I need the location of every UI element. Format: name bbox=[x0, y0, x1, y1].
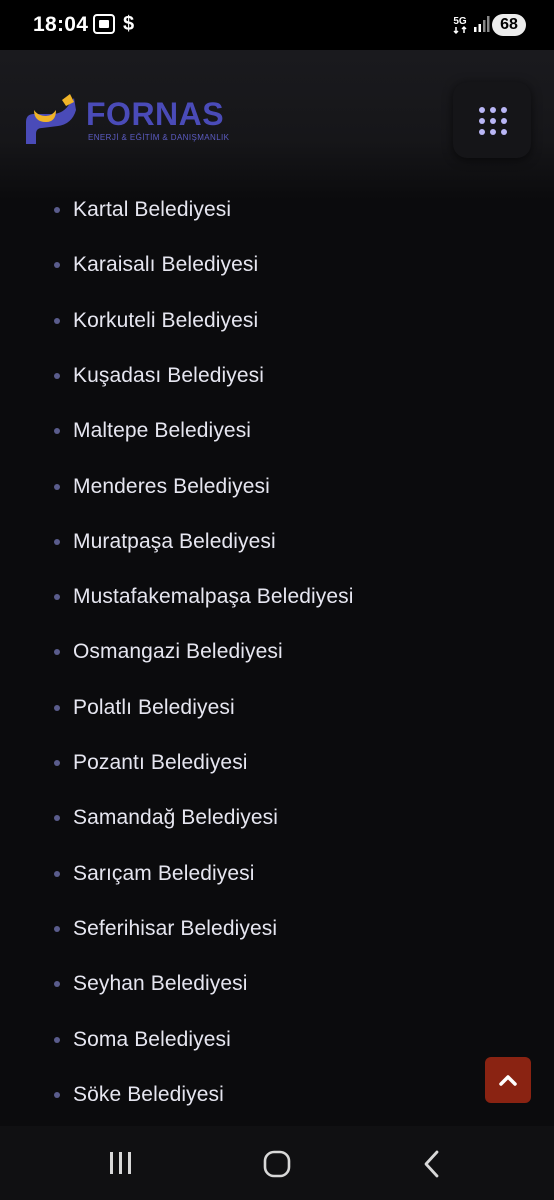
bullet-icon bbox=[54, 925, 60, 932]
chevron-up-icon bbox=[499, 1075, 517, 1086]
battery-icon: 68 bbox=[492, 14, 526, 36]
bullet-icon bbox=[54, 815, 60, 822]
bullet-icon bbox=[54, 760, 60, 766]
bullet-icon bbox=[54, 317, 60, 324]
bullet-icon bbox=[54, 704, 60, 711]
screen-cast-icon bbox=[93, 14, 115, 34]
status-time: 18:04 bbox=[33, 13, 89, 36]
list-item-label: Korkuteli Belediyesi bbox=[73, 308, 259, 332]
bullet-icon bbox=[54, 981, 60, 988]
fornas-logo[interactable]: FORNAS ENERJİ & EĞİTİM & DANIŞMANLIK bbox=[22, 92, 229, 150]
bullet-icon bbox=[54, 1036, 60, 1043]
list-item-label: Soma Belediyesi bbox=[73, 1027, 231, 1051]
list-item-label: Menderes Belediyesi bbox=[73, 474, 270, 498]
list-item-label: Karaisalı Belediyesi bbox=[73, 253, 259, 277]
svg-text:5G: 5G bbox=[453, 16, 467, 27]
bullet-icon bbox=[54, 1091, 60, 1098]
list-item-label: Seferihisar Belediyesi bbox=[73, 916, 278, 940]
list-item-label: Polatlı Belediyesi bbox=[73, 695, 235, 719]
list-item-label: Pozantı Belediyesi bbox=[73, 751, 248, 774]
back-icon[interactable] bbox=[421, 1150, 443, 1178]
list-item-label: Söke Belediyesi bbox=[73, 1082, 224, 1106]
bullet-icon bbox=[54, 372, 60, 379]
list-item-label: Kartal Belediyesi bbox=[73, 198, 232, 221]
bullet-icon bbox=[54, 428, 60, 435]
list-item-label: Maltepe Belediyesi bbox=[73, 419, 252, 443]
bullet-icon bbox=[54, 538, 60, 545]
5g-icon: 5G bbox=[453, 16, 467, 35]
signal-icon bbox=[474, 16, 490, 32]
bullet-icon bbox=[54, 207, 60, 213]
list-item-label: Sarıçam Belediyesi bbox=[73, 861, 255, 885]
back-to-top-button[interactable] bbox=[485, 1057, 531, 1103]
logo-wordmark: FORNAS bbox=[86, 96, 225, 132]
logo-mark-icon bbox=[26, 94, 76, 144]
list-item-label: Mustafakemalpaşa Belediyesi bbox=[73, 585, 354, 609]
list-item-label: Seyhan Belediyesi bbox=[73, 972, 248, 996]
dollar-icon: $ bbox=[123, 13, 135, 35]
bullet-icon bbox=[54, 262, 60, 269]
bullet-icon bbox=[54, 594, 60, 601]
list-item-label: Kuşadası Belediyesi bbox=[73, 363, 265, 387]
bullet-icon bbox=[54, 649, 60, 656]
recents-icon[interactable] bbox=[108, 1150, 134, 1176]
list-item-label: Osmangazi Belediyesi bbox=[73, 640, 283, 664]
list-item-label: Muratpaşa Belediyesi bbox=[73, 529, 276, 553]
grid-menu-icon bbox=[479, 107, 507, 135]
list-item-label: Samandağ Belediyesi bbox=[73, 806, 279, 830]
system-nav-bar bbox=[0, 1126, 554, 1200]
logo-subtitle: ENERJİ & EĞİTİM & DANIŞMANLIK bbox=[88, 133, 230, 142]
bullet-icon bbox=[54, 870, 60, 877]
site-header: FORNAS ENERJİ & EĞİTİM & DANIŞMANLIK bbox=[0, 50, 554, 200]
bullet-icon bbox=[54, 483, 60, 490]
home-icon[interactable] bbox=[263, 1150, 291, 1178]
menu-button[interactable] bbox=[453, 82, 531, 158]
status-bar: 18:04 $ 5G 68 bbox=[0, 0, 554, 50]
